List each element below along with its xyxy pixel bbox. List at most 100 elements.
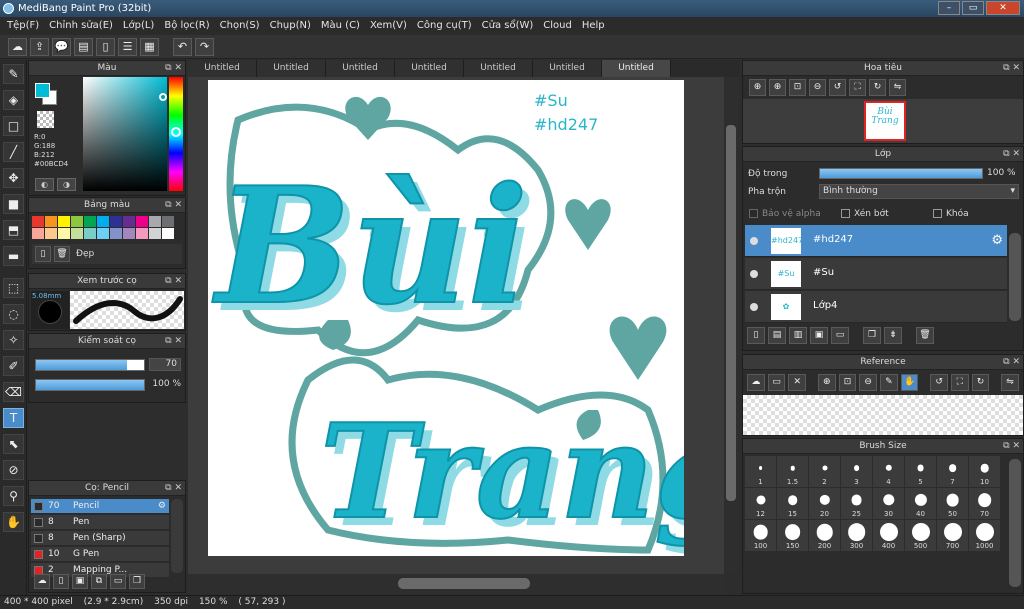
brush-size-value[interactable]: 70 (149, 358, 181, 371)
hand-icon[interactable]: ✋ (900, 374, 919, 391)
panel-controls[interactable]: ⧉ ✕ (165, 274, 182, 289)
brush-size-cell[interactable]: 4 (873, 456, 904, 487)
cloud-icon[interactable]: ☁ (8, 37, 27, 56)
operation-tool-icon[interactable]: ⬉ (3, 434, 24, 454)
palette-swatch[interactable] (136, 216, 148, 227)
blend-mode-select[interactable]: Bình thường ▾ (819, 184, 1019, 199)
move-tool-icon[interactable]: ✥ (3, 168, 24, 188)
brush-list-item[interactable]: 8 Pen (31, 515, 169, 530)
fullscreen-icon[interactable]: ⛶ (950, 374, 969, 391)
panel-controls[interactable]: ⧉ ✕ (165, 198, 182, 213)
brush-opacity-slider[interactable] (35, 379, 145, 391)
close-button[interactable]: ✕ (986, 1, 1020, 15)
rotate-left-icon[interactable]: ↺ (829, 79, 846, 96)
brush-size-cell[interactable]: 1 (745, 456, 776, 487)
dropper-icon[interactable]: ✎ (880, 374, 898, 391)
select-eraser-tool-icon[interactable]: ⌫ (3, 382, 24, 402)
color-mode-button[interactable]: ◐ (35, 178, 54, 191)
close-icon[interactable]: ✕ (788, 374, 807, 391)
page-icon[interactable]: ▯ (96, 37, 115, 56)
comment-icon[interactable]: ▤ (74, 37, 93, 56)
open-folder-icon[interactable]: ▭ (767, 374, 786, 391)
clip-checkbox[interactable]: Xén bớt (841, 209, 889, 219)
sv-picker-ring[interactable] (159, 93, 167, 101)
palette-swatch[interactable] (45, 228, 57, 239)
palette-swatch[interactable] (84, 216, 96, 227)
panel-controls[interactable]: ⧉ ✕ (1003, 355, 1020, 370)
canvas-page[interactable]: Bùi Bùi Trang Trang #Su #hd247 (208, 80, 684, 556)
cloud-icon[interactable]: ☁ (747, 374, 765, 391)
brush-list-scrollbar[interactable] (171, 499, 183, 573)
rotate-left-icon[interactable]: ↺ (930, 374, 948, 391)
palette-swatch[interactable] (32, 216, 44, 227)
brush-size-cell[interactable]: 30 (873, 488, 904, 519)
menu-item[interactable]: Màu (C) (316, 17, 365, 35)
fill-shape-tool-icon[interactable]: ■ (3, 194, 24, 214)
brush-size-cell[interactable]: 50 (937, 488, 968, 519)
panel-controls[interactable]: ⧉ ✕ (165, 61, 182, 76)
select-pen-tool-icon[interactable]: ✐ (3, 356, 24, 376)
lasso-tool-icon[interactable]: ◌ (3, 304, 24, 324)
layer-opacity-slider[interactable] (819, 168, 983, 179)
brush-list-item[interactable]: 10 G Pen (31, 547, 169, 562)
panel-controls[interactable]: ⧉ ✕ (1003, 439, 1020, 454)
document-tab[interactable]: Untitled (188, 60, 257, 77)
palette-swatch[interactable] (58, 228, 70, 239)
document-tab[interactable]: Untitled (395, 60, 464, 77)
panel-controls[interactable]: ⧉ ✕ (165, 481, 182, 496)
brush-size-scrollbar[interactable] (1009, 459, 1021, 587)
brush-size-cell[interactable]: 1000 (969, 520, 1000, 551)
foreground-color-swatch[interactable] (35, 83, 50, 98)
upload-icon[interactable]: ⇪ (30, 37, 49, 56)
gear-icon[interactable]: ⚙ (991, 233, 1003, 248)
palette-swatch[interactable] (162, 216, 174, 227)
palette-swatch[interactable] (84, 228, 96, 239)
panel-controls[interactable]: ⧉ ✕ (1003, 147, 1020, 162)
brush-size-cell[interactable]: 3 (841, 456, 872, 487)
fullscreen-icon[interactable]: ⛶ (849, 79, 866, 96)
new-halftone-layer-icon[interactable]: ▤ (768, 327, 786, 344)
canvas-horizontal-scrollbar[interactable] (188, 574, 724, 594)
palette-swatch[interactable] (123, 216, 135, 227)
maximize-button[interactable]: ▭ (962, 1, 984, 15)
saturation-value-picker[interactable] (83, 77, 167, 191)
menu-item[interactable]: Công cụ(T) (412, 17, 477, 35)
brush-size-cell[interactable]: 1.5 (777, 456, 808, 487)
delete-palette-icon[interactable]: 🗑 (54, 246, 70, 262)
palette-swatch[interactable] (149, 228, 161, 239)
navigator-thumbnail[interactable]: Bùi Trang (864, 101, 906, 141)
gradient-tool-icon[interactable]: ▬ (3, 246, 24, 266)
brush-tool-icon[interactable]: ✎ (3, 64, 24, 84)
palette-swatch[interactable] (97, 216, 109, 227)
undo-icon[interactable]: ↶ (173, 37, 192, 56)
rectangle-tool-icon[interactable]: □ (3, 116, 24, 136)
palette-swatch[interactable] (110, 228, 122, 239)
panel-controls[interactable]: ⧉ ✕ (1003, 61, 1020, 76)
brush-size-cell[interactable]: 150 (777, 520, 808, 551)
hscroll-thumb[interactable] (398, 578, 530, 589)
gear-icon[interactable]: ⚙ (158, 499, 166, 514)
palette-swatch[interactable] (110, 216, 122, 227)
flip-icon[interactable]: ⇋ (1001, 374, 1019, 391)
folder-icon[interactable]: ▭ (110, 574, 126, 589)
brush-size-cell[interactable]: 5 (905, 456, 936, 487)
hand-tool-icon[interactable]: ✋ (3, 512, 24, 532)
palette-swatch[interactable] (71, 228, 83, 239)
document-tab[interactable]: Untitled (533, 60, 602, 77)
transparent-color-swatch[interactable] (37, 111, 54, 128)
layer-row[interactable]: #Su #Su (745, 258, 1007, 290)
menu-item[interactable]: Cloud (538, 17, 577, 35)
rotate-right-icon[interactable]: ↻ (869, 79, 886, 96)
palette-swatch[interactable] (136, 228, 148, 239)
dropper-tool-icon[interactable]: ⊘ (3, 460, 24, 480)
brush-size-cell[interactable]: 20 (809, 488, 840, 519)
palette-swatch[interactable] (149, 216, 161, 227)
document-tab[interactable]: Untitled (602, 60, 671, 77)
brush-list-item[interactable]: 8 Pen (Sharp) (31, 531, 169, 546)
brush-size-cell[interactable]: 70 (969, 488, 1000, 519)
menu-item[interactable]: Tệp(F) (2, 17, 44, 35)
document-tab[interactable]: Untitled (326, 60, 395, 77)
brush-size-cell[interactable]: 400 (873, 520, 904, 551)
brush-size-cell[interactable]: 200 (809, 520, 840, 551)
document-tab[interactable]: Untitled (464, 60, 533, 77)
